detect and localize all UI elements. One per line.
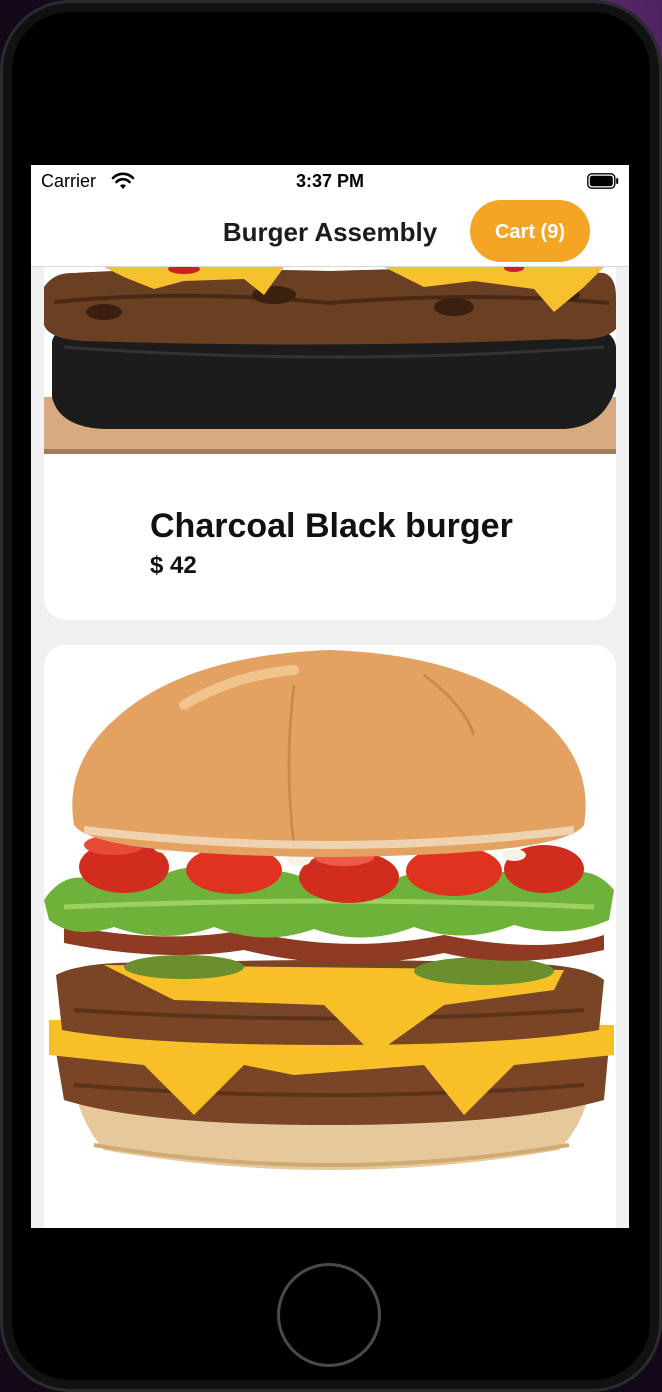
product-price: $ 42	[150, 552, 197, 579]
phone-frame: Carrier 3:37 PM Burger Assembly Cart (9)	[0, 0, 662, 1392]
clock: 3:37 PM	[295, 171, 365, 191]
navigation-bar: Burger Assembly Cart (9)	[31, 199, 629, 267]
cart-button[interactable]: Cart (9)	[470, 200, 590, 262]
home-button[interactable]	[277, 1263, 381, 1367]
double-cheeseburger-photo	[44, 645, 616, 1228]
product-name: Charcoal Black burger	[150, 507, 513, 545]
product-list[interactable]: Charcoal Black burger $ 42	[31, 267, 629, 1228]
charcoal-burger-photo	[44, 267, 616, 454]
app-screen: Carrier 3:37 PM Burger Assembly Cart (9)	[31, 165, 629, 1228]
status-bar: Carrier 3:37 PM	[31, 165, 629, 199]
product-card[interactable]	[44, 645, 616, 1228]
battery-icon	[587, 173, 619, 189]
product-card[interactable]: Charcoal Black burger $ 42	[44, 267, 616, 620]
